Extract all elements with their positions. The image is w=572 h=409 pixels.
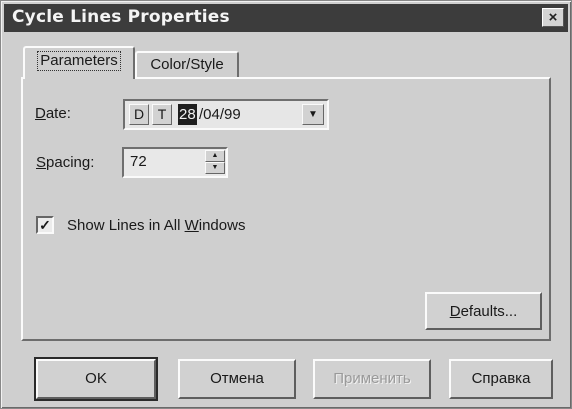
spin-down-icon: ▼ [211, 164, 219, 171]
help-button[interactable]: Справка [449, 359, 553, 399]
spin-down-button[interactable]: ▼ [205, 162, 225, 174]
close-button[interactable]: × [542, 8, 564, 27]
date-rest-value[interactable]: /04/99 [199, 104, 241, 125]
title-bar[interactable]: Cycle Lines Properties × [4, 4, 568, 32]
spacing-stepper[interactable]: 72 ▲ ▼ [122, 147, 228, 178]
date-day-segment[interactable]: 28 [178, 104, 197, 125]
spacing-spin-buttons: ▲ ▼ [205, 150, 225, 175]
dropdown-arrow-icon: ▼ [308, 109, 318, 120]
tab-parameters-label: Parameters [37, 51, 121, 71]
show-lines-checkbox[interactable]: ✓ [36, 216, 54, 234]
date-label: Date: [35, 105, 71, 122]
date-picker[interactable]: D T 28 /04/99 ▼ [123, 99, 329, 130]
spacing-label: Spacing: [36, 154, 95, 171]
spin-up-button[interactable]: ▲ [205, 150, 225, 162]
checkmark-icon: ✓ [39, 217, 51, 233]
close-icon: × [548, 9, 558, 26]
ok-button[interactable]: OK [34, 357, 158, 401]
tab-color-style-label: Color/Style [150, 56, 224, 73]
apply-button[interactable]: Применить [313, 359, 431, 399]
show-lines-label[interactable]: Show Lines in All Windows [67, 217, 245, 234]
defaults-button[interactable]: Defaults... [425, 292, 542, 330]
spacing-value[interactable]: 72 [130, 153, 147, 170]
date-dropdown-button[interactable]: ▼ [302, 104, 324, 125]
date-mode-t-button[interactable]: T [152, 104, 172, 125]
window-title: Cycle Lines Properties [12, 7, 230, 27]
tab-parameters[interactable]: Parameters [23, 46, 135, 79]
tab-color-style[interactable]: Color/Style [135, 51, 239, 79]
date-mode-d-button[interactable]: D [129, 104, 149, 125]
cancel-button[interactable]: Отмена [178, 359, 296, 399]
properties-dialog: Cycle Lines Properties × Parameters Colo… [0, 0, 572, 409]
spin-up-icon: ▲ [211, 152, 219, 159]
